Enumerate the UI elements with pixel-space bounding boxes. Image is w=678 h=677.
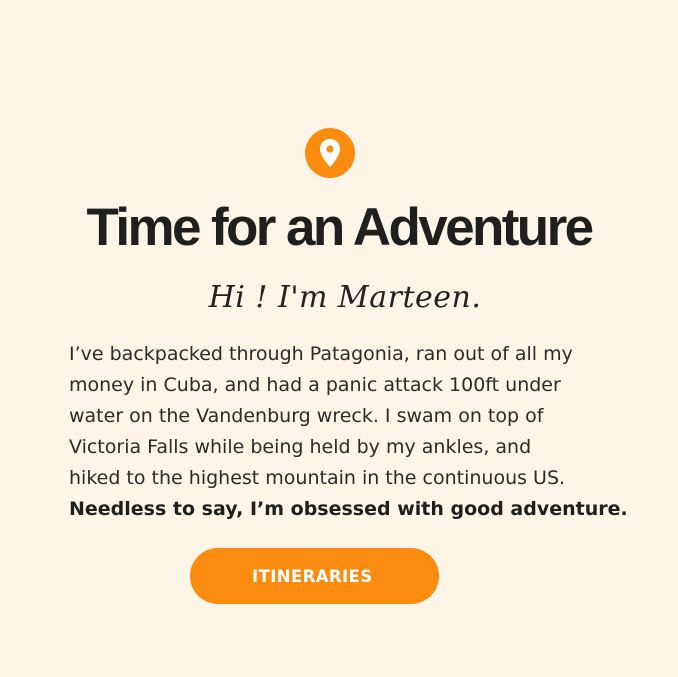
map-pin-icon: [305, 128, 355, 178]
bio-line: hiked to the highest mountain in the con…: [69, 467, 566, 489]
itineraries-button-label: ITINERARIES: [252, 566, 373, 586]
bio-line: Victoria Falls while being held by my an…: [69, 436, 532, 458]
bio-emphasis: Needless to say, I’m obsessed with good …: [69, 498, 628, 520]
itineraries-button[interactable]: ITINERARIES: [190, 548, 439, 604]
bio-line: water on the Vandenburg wreck. I swam on…: [69, 405, 544, 427]
bio-line: money in Cuba, and had a panic attack 10…: [69, 374, 561, 396]
bio-paragraph: I’ve backpacked through Patagonia, ran o…: [69, 339, 649, 525]
bio-line: I’ve backpacked through Patagonia, ran o…: [69, 343, 573, 365]
page-title: Time for an Adventure: [86, 198, 595, 257]
greeting-text: Hi ! I'm Marteen.: [208, 280, 482, 315]
